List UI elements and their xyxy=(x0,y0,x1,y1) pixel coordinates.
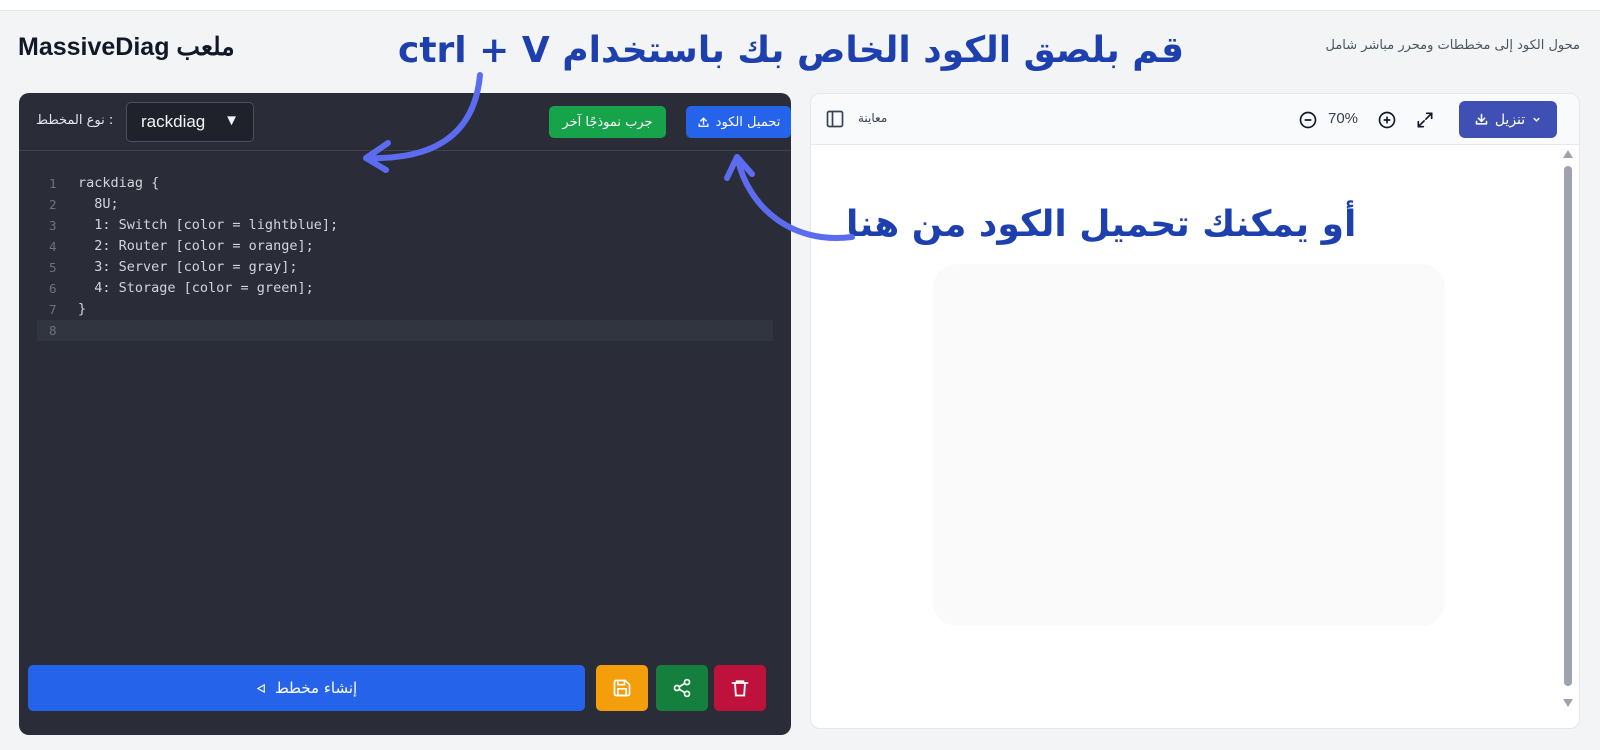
zoom-out-icon[interactable] xyxy=(1298,110,1318,130)
code-line[interactable]: 8 xyxy=(37,320,773,341)
code-line[interactable]: 6 4: Storage [color = green]; xyxy=(19,278,791,299)
zoom-level: 70% xyxy=(1328,110,1359,127)
line-number: 4 xyxy=(49,239,57,254)
editor-toolbar: : نوع المخطط rackdiag ▼ جرب نموذجًا آخر … xyxy=(19,93,791,151)
download-button[interactable]: تنزيل xyxy=(1459,101,1557,138)
line-number: 3 xyxy=(49,218,57,233)
download-label: تنزيل xyxy=(1494,111,1526,128)
upload-hint-annotation: أو يمكنك تحميل الكود من هنا xyxy=(846,204,1357,245)
scroll-up-arrow-icon[interactable] xyxy=(1563,150,1573,158)
code-line[interactable]: 1 rackdiag { xyxy=(19,173,791,194)
zoom-in-icon[interactable] xyxy=(1377,110,1397,130)
sidebar-toggle-icon[interactable] xyxy=(825,109,845,129)
code-line[interactable]: 7} xyxy=(19,299,791,320)
code-text: } xyxy=(78,301,87,317)
floppy-disk-icon xyxy=(613,679,631,697)
code-text: 1: Switch [color = lightblue]; xyxy=(78,217,339,233)
dropdown-arrow-icon: ▼ xyxy=(224,112,239,129)
generate-diagram-button[interactable]: إنشاء مخطط xyxy=(28,665,585,711)
expand-icon[interactable] xyxy=(1415,110,1435,130)
code-text: 2: Router [color = orange]; xyxy=(78,238,314,254)
scroll-down-arrow-icon[interactable] xyxy=(1563,699,1573,707)
trash-icon xyxy=(731,680,749,697)
paste-hint-annotation: قم بلصق الكود الخاص بك باستخدام ctrl + V xyxy=(398,30,1185,71)
code-text: 8U; xyxy=(78,196,119,212)
preview-panel: معاينة 70% تنزيل xyxy=(810,93,1580,729)
top-border xyxy=(0,0,1600,11)
try-another-example-label: جرب نموذجًا آخر xyxy=(562,114,653,130)
code-text: 3: Server [color = gray]; xyxy=(78,259,298,275)
line-number: 1 xyxy=(49,176,57,191)
app-subtitle: محول الكود إلى مخططات ومحرر مباشر شامل xyxy=(1325,38,1580,53)
share-button[interactable] xyxy=(656,665,708,711)
preview-scrollbar[interactable] xyxy=(1561,149,1575,709)
diagram-canvas xyxy=(933,264,1445,626)
share-icon xyxy=(673,678,691,698)
code-textarea[interactable]: 1 rackdiag {2 8U; 3 1: Switch [color = lig… xyxy=(19,173,791,341)
download-icon xyxy=(1475,113,1488,125)
line-number: 2 xyxy=(49,197,57,212)
save-button[interactable] xyxy=(596,665,648,711)
line-number: 5 xyxy=(49,260,57,275)
try-another-example-button[interactable]: جرب نموذجًا آخر xyxy=(549,106,666,138)
generate-diagram-label: إنشاء مخطط xyxy=(274,679,358,697)
line-number: 7 xyxy=(49,302,57,317)
preview-label: معاينة xyxy=(858,111,888,125)
diagram-type-select[interactable]: rackdiag ▼ xyxy=(126,102,254,142)
app-title: MassiveDiag ملعب xyxy=(18,33,235,61)
code-line[interactable]: 5 3: Server [color = gray]; xyxy=(19,257,791,278)
code-line[interactable]: 3 1: Switch [color = lightblue]; xyxy=(19,215,791,236)
code-line[interactable]: 4 2: Router [color = orange]; xyxy=(19,236,791,257)
code-editor-panel: : نوع المخطط rackdiag ▼ جرب نموذجًا آخر … xyxy=(19,93,791,735)
preview-toolbar: معاينة 70% تنزيل xyxy=(811,94,1579,145)
code-text: 4: Storage [color = green]; xyxy=(78,280,314,296)
upload-code-button[interactable]: تحميل الكود xyxy=(686,106,791,138)
play-triangle-icon xyxy=(256,683,265,693)
upload-code-label: تحميل الكود xyxy=(715,114,781,130)
upload-icon xyxy=(698,116,709,127)
chevron-down-icon xyxy=(1533,117,1540,122)
delete-button[interactable] xyxy=(714,665,766,711)
scrollbar-thumb[interactable] xyxy=(1564,166,1572,686)
line-number: 8 xyxy=(49,323,57,338)
code-text: rackdiag { xyxy=(78,175,160,191)
code-line[interactable]: 2 8U; xyxy=(19,194,791,215)
diagram-type-value: rackdiag xyxy=(141,112,206,131)
line-number: 6 xyxy=(49,281,57,296)
diagram-type-label: : نوع المخطط xyxy=(36,113,114,128)
